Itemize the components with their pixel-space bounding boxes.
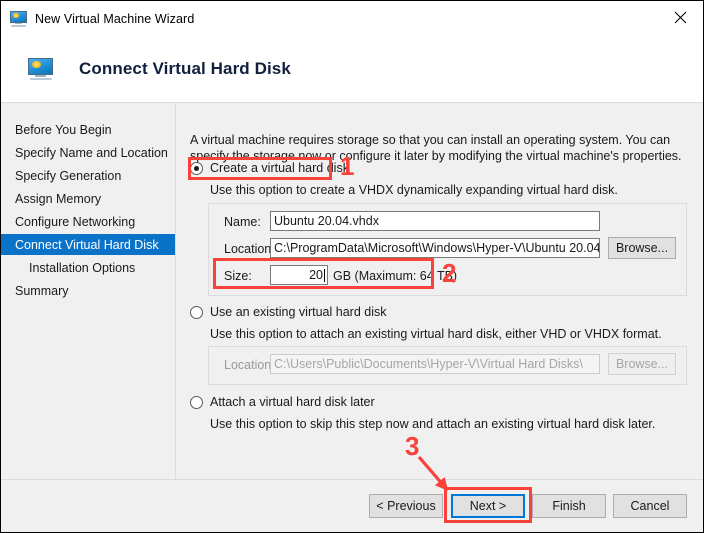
close-icon	[674, 11, 686, 24]
footer-bar: < Previous Next > Finish Cancel	[1, 480, 703, 532]
sidebar-item-label: Assign Memory	[15, 191, 102, 206]
finish-button[interactable]: Finish	[532, 494, 606, 518]
sidebar-item-connect-virtual-hard-disk[interactable]: Connect Virtual Hard Disk	[1, 234, 175, 255]
sidebar-item-label: Before You Begin	[15, 122, 112, 137]
sidebar-item-specify-generation[interactable]: Specify Generation	[1, 165, 175, 186]
body-area: Before You Begin Specify Name and Locati…	[1, 103, 703, 479]
main-panel: A virtual machine requires storage so th…	[176, 103, 703, 479]
radio-create-virtual-hard-disk[interactable]: Create a virtual hard disk	[190, 161, 349, 175]
radio-attach-virtual-hard-disk-later[interactable]: Attach a virtual hard disk later	[190, 395, 375, 409]
size-units-label: GB (Maximum: 64 TB)	[333, 269, 458, 283]
sidebar-item-label: Configure Networking	[15, 214, 136, 229]
sidebar-item-configure-networking[interactable]: Configure Networking	[1, 211, 175, 232]
window-title: New Virtual Machine Wizard	[35, 11, 195, 26]
size-input[interactable]: 20	[270, 265, 328, 285]
size-label: Size:	[224, 269, 252, 283]
wizard-steps-sidebar: Before You Begin Specify Name and Locati…	[1, 103, 175, 479]
radio-indicator	[190, 395, 203, 409]
title-bar: New Virtual Machine Wizard	[1, 1, 703, 36]
sidebar-item-installation-options[interactable]: Installation Options	[1, 257, 175, 278]
sidebar-item-label: Specify Name and Location	[15, 145, 168, 160]
name-input[interactable]: Ubuntu 20.04.vhdx	[270, 211, 600, 231]
later-option-hint: Use this option to skip this step now an…	[210, 417, 656, 431]
previous-button[interactable]: < Previous	[369, 494, 443, 518]
radio-label: Attach a virtual hard disk later	[210, 395, 375, 409]
sidebar-item-label: Specify Generation	[15, 168, 122, 183]
radio-indicator	[190, 161, 203, 175]
sidebar-item-assign-memory[interactable]: Assign Memory	[1, 188, 175, 209]
location-input[interactable]: C:\ProgramData\Microsoft\Windows\Hyper-V…	[270, 238, 600, 258]
sidebar-item-label: Summary	[15, 283, 69, 298]
close-button[interactable]	[657, 1, 703, 34]
existing-option-hint: Use this option to attach an existing vi…	[210, 327, 662, 341]
text-caret	[324, 268, 325, 282]
next-button[interactable]: Next >	[451, 494, 525, 518]
cancel-button[interactable]: Cancel	[613, 494, 687, 518]
existing-location-input: C:\Users\Public\Documents\Hyper-V\Virtua…	[270, 354, 600, 374]
radio-label: Create a virtual hard disk	[210, 161, 349, 175]
monitor-icon	[28, 58, 53, 80]
radio-indicator	[190, 305, 203, 319]
size-value: 20	[309, 268, 323, 282]
monitor-icon	[10, 10, 27, 27]
radio-label: Use an existing virtual hard disk	[210, 305, 387, 319]
name-label: Name:	[224, 215, 261, 229]
browse-button[interactable]: Browse...	[608, 237, 676, 259]
location-label: Location:	[224, 242, 275, 256]
wizard-window: New Virtual Machine Wizard Connect Virtu…	[0, 0, 704, 533]
sidebar-item-before-you-begin[interactable]: Before You Begin	[1, 119, 175, 140]
sidebar-item-label: Installation Options	[29, 260, 136, 275]
intro-text: A virtual machine requires storage so th…	[190, 132, 682, 163]
page-header: Connect Virtual Hard Disk	[1, 36, 703, 102]
sidebar-item-summary[interactable]: Summary	[1, 280, 175, 301]
page-title: Connect Virtual Hard Disk	[79, 59, 291, 78]
create-option-hint: Use this option to create a VHDX dynamic…	[210, 183, 618, 197]
sidebar-item-specify-name-and-location[interactable]: Specify Name and Location	[1, 142, 175, 163]
existing-location-label: Location:	[224, 358, 275, 372]
radio-use-existing-virtual-hard-disk[interactable]: Use an existing virtual hard disk	[190, 305, 386, 319]
existing-browse-button: Browse...	[608, 353, 676, 375]
sidebar-item-label: Connect Virtual Hard Disk	[15, 237, 159, 252]
